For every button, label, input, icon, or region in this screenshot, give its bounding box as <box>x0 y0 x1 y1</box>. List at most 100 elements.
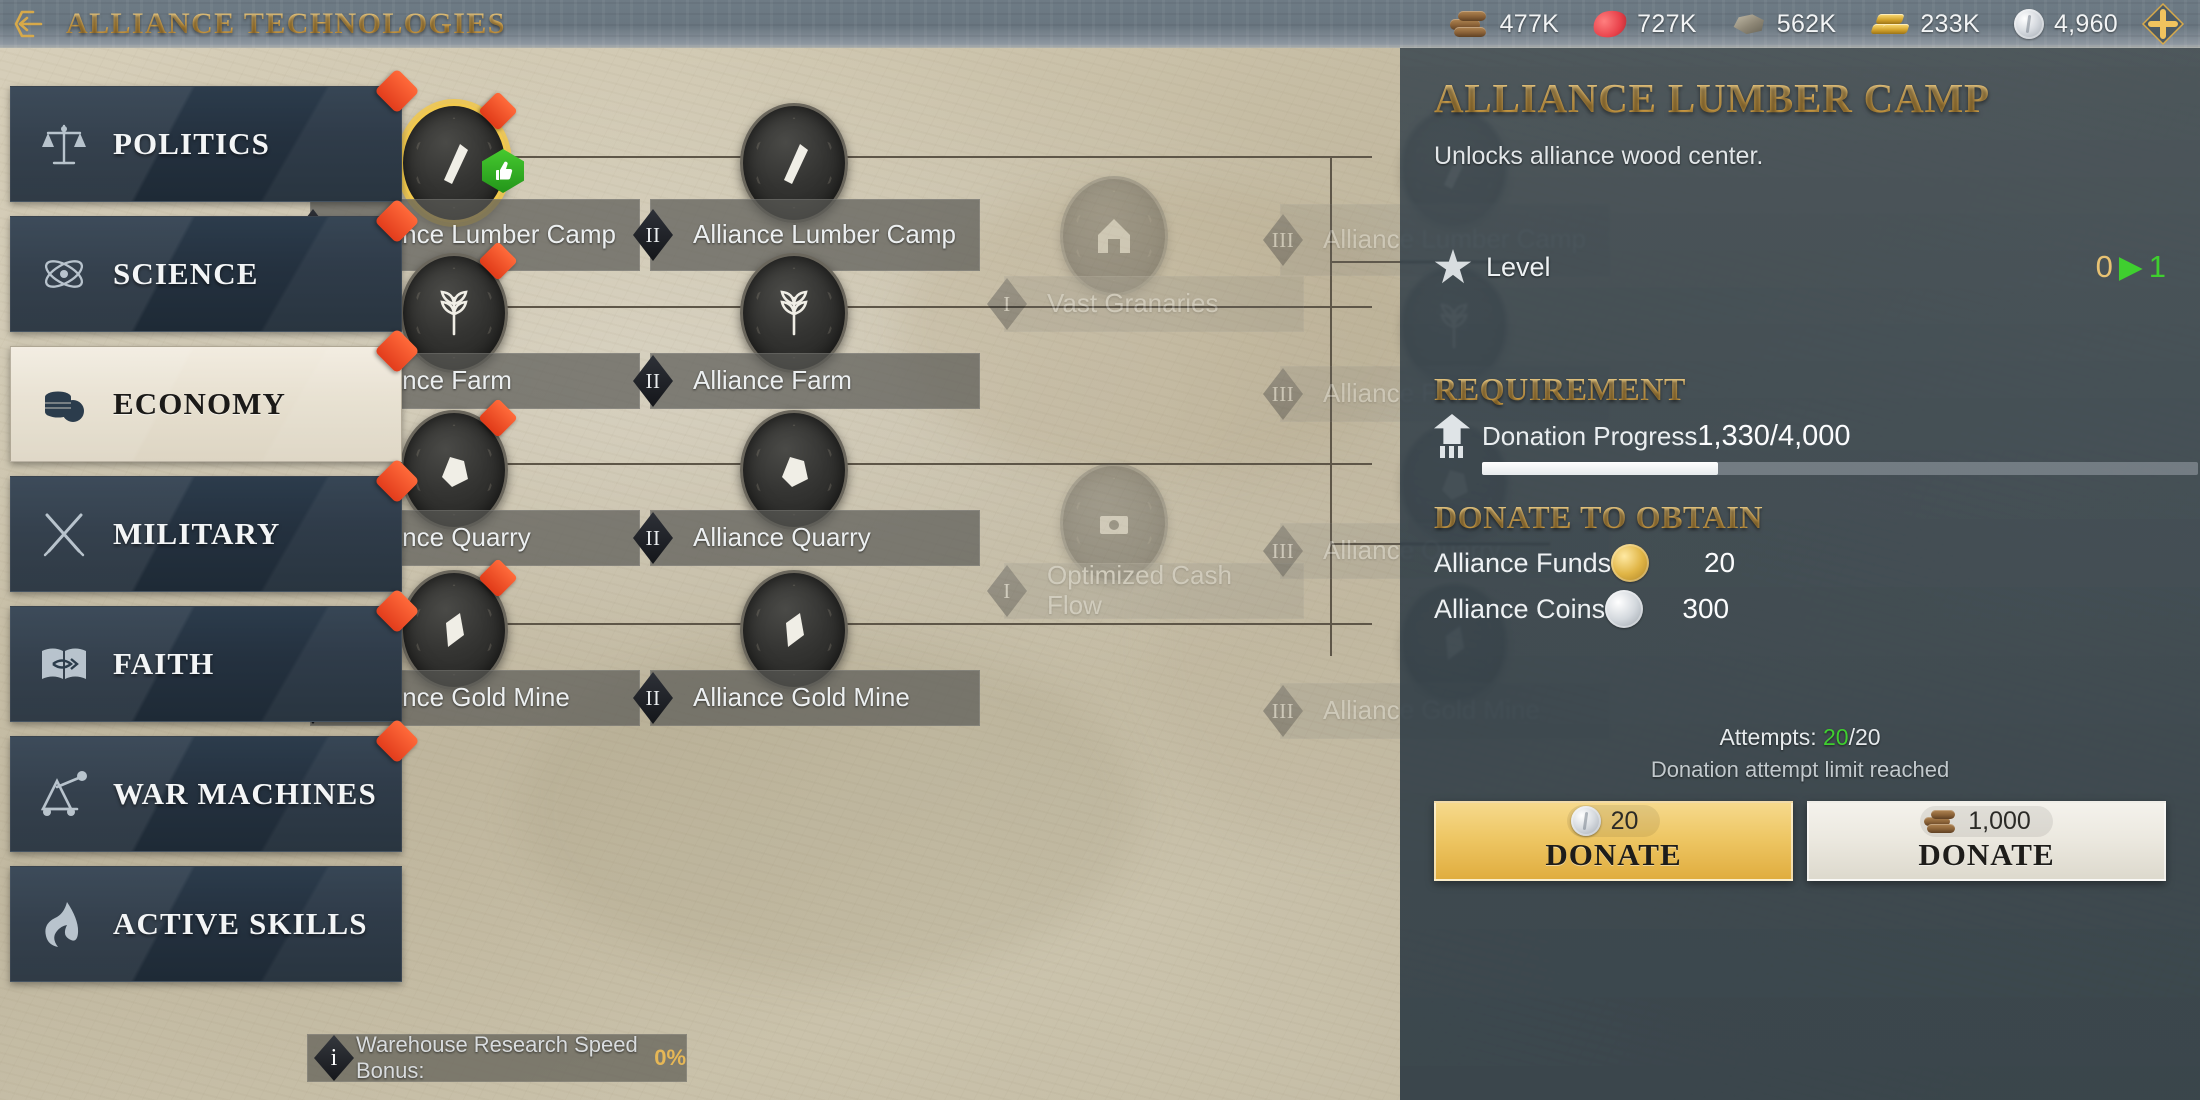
book-fish-icon <box>37 637 91 691</box>
attempts-prefix: Attempts: <box>1719 724 1823 750</box>
plus-icon <box>2141 2 2185 46</box>
tech-node[interactable]: I Vast Granaries <box>987 176 1304 332</box>
wood-icon <box>1449 11 1490 37</box>
donate-coins-button[interactable]: 20 DONATE <box>1434 801 1793 881</box>
add-resources-button[interactable] <box>2140 1 2186 47</box>
donation-progress-value: 1,330/4,000 <box>1697 419 1851 452</box>
tech-node-farm-2[interactable]: II Alliance Farm <box>633 253 980 409</box>
warehouse-bonus-bar[interactable]: i Warehouse Research Speed Bonus: 0% <box>307 1032 687 1083</box>
attempts-suffix: /20 <box>1848 724 1881 750</box>
donate-amount: 1,000 <box>1968 806 2031 835</box>
sidebar-item-military[interactable]: MILITARY <box>10 458 420 592</box>
sidebar-item-science[interactable]: SCIENCE <box>10 198 420 332</box>
donation-progress-row: Donation Progress 1,330/4,000 <box>1434 414 2166 458</box>
attempts-used: 20 <box>1822 724 1849 750</box>
cost-row-alliance-funds: Alliance Funds 20 <box>1434 544 2166 582</box>
sidebar-item-label: POLITICS <box>113 125 270 161</box>
goldmine-icon <box>446 613 464 647</box>
lumber-icon <box>444 144 468 184</box>
tech-node-namebar: I Optimized Cash Flow <box>987 560 1304 620</box>
tech-node-tier: III <box>1263 685 1303 737</box>
back-button[interactable] <box>0 0 62 48</box>
tech-node-goldmine-1[interactable]: I Alliance Gold Mine <box>293 558 640 726</box>
donation-progress-fill <box>1482 462 1719 475</box>
tech-node-tier: I <box>987 565 1027 617</box>
page-title: ALLIANCE TECHNOLOGIES <box>62 7 506 41</box>
tech-node-lumber-1[interactable]: I Alliance Lumber Camp <box>293 91 640 271</box>
tech-node-name: Vast Granaries <box>1047 288 1219 319</box>
stone-icon <box>1733 14 1764 35</box>
gold-icon <box>1870 11 1910 37</box>
cost-label: Alliance Funds <box>1434 547 1612 578</box>
donate-wood-button[interactable]: 1,000 DONATE <box>1807 801 2166 881</box>
tech-node-tier: I <box>987 278 1027 330</box>
resource-bar: 477K 727K 562K 233K 4,960 <box>1416 0 2200 48</box>
silver-coin-icon <box>1570 806 1601 836</box>
info-icon: i <box>314 1035 354 1081</box>
wood-icon <box>1924 809 1958 833</box>
coins-icon <box>37 377 91 431</box>
catapult-icon <box>37 767 91 821</box>
donate-arrow-icon <box>1434 414 1470 458</box>
sidebar-item-active-skills[interactable]: ACTIVE SKILLS <box>10 866 402 982</box>
tech-detail-panel: ALLIANCE LUMBER CAMP Unlocks alliance wo… <box>1400 48 2200 1100</box>
resource-wood-value: 477K <box>1499 9 1560 38</box>
resource-wood[interactable]: 477K <box>1449 9 1560 39</box>
tech-node-quarry-2[interactable]: II Alliance Quarry <box>633 410 980 566</box>
cost-label: Alliance Coins <box>1434 593 1606 624</box>
level-label: Level <box>1486 251 1551 282</box>
resource-food-value: 727K <box>1637 9 1697 38</box>
quarry-icon <box>782 457 808 487</box>
tech-node-name: Optimized Cash Flow <box>1047 560 1232 620</box>
resource-gold[interactable]: 233K <box>1870 10 1980 39</box>
sidebar-item-politics[interactable]: POLITICS <box>10 68 420 202</box>
scales-icon <box>37 117 91 171</box>
category-sidebar: POLITICS SCIENCE ECONOMY MILITARY FAITH … <box>10 68 420 996</box>
detail-description: Unlocks alliance wood center. <box>1434 142 1764 170</box>
resource-gold-value: 233K <box>1920 9 1980 38</box>
wheat-icon <box>440 290 468 336</box>
meat-icon <box>1590 7 1630 41</box>
cost-value: 20 <box>1703 547 1736 578</box>
donate-cost-pill: 1,000 <box>1920 805 2053 837</box>
tech-node-lumber-2[interactable]: II Alliance Lumber Camp <box>633 103 980 271</box>
silver-coin-icon <box>2013 9 2044 39</box>
requirement-heading: REQUIREMENT <box>1434 371 2166 408</box>
sidebar-item-faith[interactable]: FAITH <box>10 588 420 722</box>
sidebar-item-economy[interactable]: ECONOMY <box>10 328 420 462</box>
warehouse-bonus-label: Warehouse Research Speed Bonus: <box>356 1032 638 1083</box>
silver-coin-icon <box>1605 590 1644 628</box>
tech-node[interactable]: I Optimized Cash Flow <box>987 463 1304 620</box>
sidebar-item-label: SCIENCE <box>113 255 259 291</box>
donate-button-row: 20 DONATE 1,000 DONATE <box>1434 801 2166 881</box>
gold-coin-icon <box>1611 544 1650 582</box>
level-next: 1 <box>2148 249 2166 284</box>
sidebar-item-label: WAR MACHINES <box>113 775 377 811</box>
lumber-icon <box>784 144 808 184</box>
quarry-icon <box>442 457 468 487</box>
connector-line <box>492 463 1372 465</box>
tech-node-name: Alliance Quarry <box>693 522 871 553</box>
resource-stone[interactable]: 562K <box>1731 10 1837 39</box>
donate-cost-pill: 20 <box>1566 805 1661 837</box>
donation-progress-bar <box>1482 462 2198 475</box>
atom-icon <box>37 247 91 301</box>
connector-line <box>492 623 1372 625</box>
tech-node-goldmine-2[interactable]: II Alliance Gold Mine <box>633 570 980 726</box>
tech-node-farm-1[interactable]: I Alliance Farm <box>293 241 640 409</box>
donate-heading: DONATE TO OBTAIN <box>1434 499 2166 536</box>
attempts-status: Attempts: 20/20 <box>1434 724 2166 751</box>
tech-node-namebar: I Vast Granaries <box>987 276 1304 332</box>
level-row: Level 0 ▶ 1 <box>1434 249 2166 285</box>
tech-node-quarry-1[interactable]: I Alliance Quarry <box>293 398 640 566</box>
cost-row-alliance-coins: Alliance Coins 300 <box>1434 590 2166 628</box>
screen-root: ALLIANCE TECHNOLOGIES 477K 727K 562K 233… <box>0 0 2200 1100</box>
sidebar-item-war-machines[interactable]: WAR MACHINES <box>10 718 420 852</box>
resource-food[interactable]: 727K <box>1590 7 1697 41</box>
resource-stone-value: 562K <box>1776 9 1837 38</box>
tech-node-name: Alliance Gold Mine <box>693 682 910 713</box>
tech-node-name: Alliance Lumber Camp <box>693 219 957 250</box>
resource-coins[interactable]: 4,960 <box>2013 9 2118 39</box>
goldmine-icon <box>786 613 804 647</box>
swords-icon <box>37 507 91 561</box>
